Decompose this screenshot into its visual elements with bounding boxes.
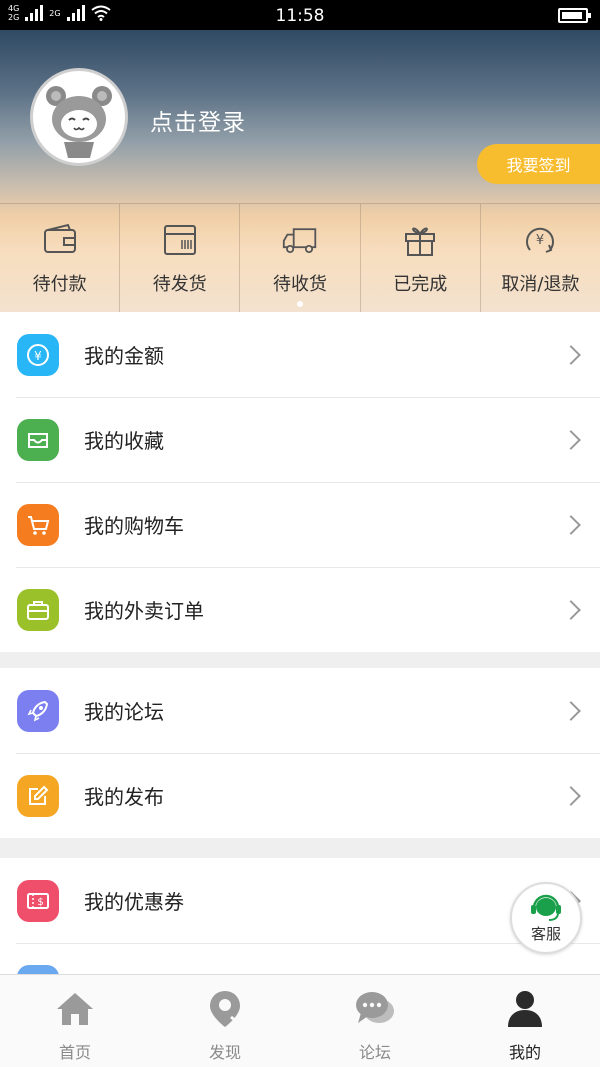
svg-text:¥: ¥ [536,233,544,248]
customer-service-label: 客服 [530,925,561,943]
order-pending-receipt[interactable]: 待收货 [240,204,361,312]
chevron-right-icon [561,344,581,365]
menu-item-favorites[interactable]: 我的收藏 [0,397,600,482]
menu-item-label: 我的外卖订单 [84,599,204,623]
chat-icon [356,992,394,1023]
profile-header: 点击登录 我要签到 待付款 待发货 待收货 已完成 ¥ 取消/退款 [0,30,600,312]
bear-avatar-icon [37,75,121,159]
login-link[interactable]: 点击登录 [150,103,246,137]
chevron-right-icon [561,429,581,450]
tab-discover[interactable]: 发现 [150,975,300,1067]
chevron-right-icon [561,599,581,620]
order-label: 待发货 [152,274,207,295]
avatar[interactable] [30,68,128,166]
menu-item-takeout-orders[interactable]: 我的外卖订单 [0,567,600,652]
signin-button[interactable]: 我要签到 [477,144,600,184]
tab-home[interactable]: 首页 [0,975,150,1067]
svg-text:¥: ¥ [34,349,42,363]
briefcase-icon [17,588,59,631]
bottom-tab-bar: 首页 发现 论坛 我的 [0,974,600,1067]
wallet-icon [43,223,76,253]
customer-service-button[interactable]: 客服 [510,882,582,954]
cart-icon [17,503,59,546]
tab-label: 论坛 [358,1043,391,1062]
order-refund[interactable]: ¥ 取消/退款 [481,204,600,312]
tab-label: 我的 [508,1043,541,1062]
menu-item-partial[interactable] [0,943,600,974]
order-label: 待收货 [273,274,327,295]
order-completed[interactable]: 已完成 [361,204,481,312]
tab-label: 发现 [208,1043,241,1062]
rocket-icon [17,689,59,732]
chevron-right-icon [561,514,581,535]
order-pending-shipment[interactable]: 待发货 [120,204,241,312]
menu-item-balance[interactable]: ¥ 我的金额 [0,312,600,397]
menu-item-label: 我的购物车 [84,514,184,538]
menu-item-coupons[interactable]: $ 我的优惠券 [0,858,600,943]
status-bar: 4G 2G 2G 11:58 [0,0,600,30]
tab-forum[interactable]: 论坛 [300,975,450,1067]
menu-group-posts: 我的论坛 我的发布 [0,668,600,838]
money-icon: ¥ [17,333,59,376]
order-label: 已完成 [393,274,448,295]
menu-item-posts[interactable]: 我的发布 [0,753,600,838]
user-icon [508,991,542,1027]
gift-icon [405,227,436,256]
menu-item-cart[interactable]: 我的购物车 [0,482,600,567]
menu-item-forum[interactable]: 我的论坛 [0,668,600,753]
truck-icon [282,228,317,254]
chevron-right-icon [561,785,581,806]
menu-item-label: 我的金额 [84,344,164,368]
battery-icon [558,8,591,23]
chevron-right-icon [561,700,581,721]
svg-text:$: $ [37,897,43,908]
edit-icon [17,774,59,817]
order-label: 待付款 [32,274,87,295]
clock: 11:58 [275,6,325,26]
tab-mine[interactable]: 我的 [450,975,600,1067]
home-icon [57,993,93,1025]
partial-item-icon [17,964,59,974]
order-status-bar: 待付款 待发货 待收货 已完成 ¥ 取消/退款 [0,203,600,312]
page-indicator-dot [297,301,303,307]
location-icon [210,991,242,1027]
refund-icon: ¥ [526,227,555,253]
menu-item-label: 我的发布 [84,785,164,809]
order-pending-payment[interactable]: 待付款 [0,204,121,312]
tab-label: 首页 [58,1043,91,1062]
menu-group-wallet: ¥ 我的金额 我的收藏 我的购物车 我的外卖订单 [0,312,600,652]
package-icon [163,225,196,255]
inbox-icon [17,418,59,461]
headset-icon [531,894,561,921]
menu-item-label: 我的论坛 [84,700,164,724]
menu-item-label: 我的优惠券 [84,890,184,914]
coupon-icon: $ [17,879,59,922]
order-label: 取消/退款 [501,274,580,295]
menu-item-label: 我的收藏 [84,429,164,453]
